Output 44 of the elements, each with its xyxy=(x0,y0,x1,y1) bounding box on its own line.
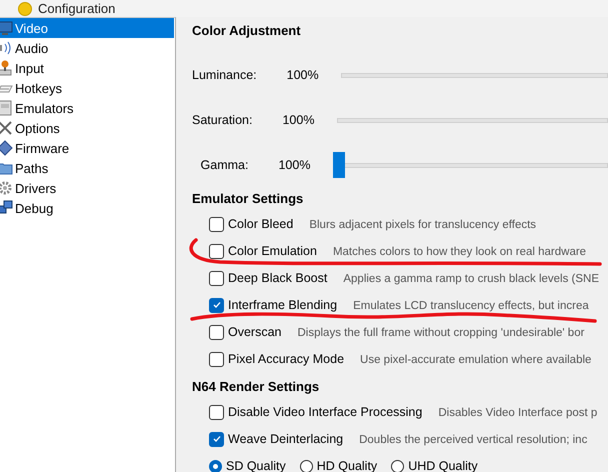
sidebar-item[interactable]: Firmware xyxy=(0,138,174,158)
checkbox[interactable]: Interframe Blending xyxy=(209,296,338,314)
chip-icon xyxy=(0,140,13,156)
slider-label: Luminance: xyxy=(192,68,257,82)
setting-description: Emulates LCD translucency effects, but increa xyxy=(353,300,589,312)
sidebar-item[interactable]: Hotkeys xyxy=(0,78,174,98)
setting-description: Matches colors to how they look on real hardware xyxy=(332,246,586,258)
slider-value: 100% xyxy=(286,68,319,82)
sidebar-item[interactable]: Video xyxy=(0,18,174,38)
checkbox[interactable]: Pixel Accuracy Mode xyxy=(209,350,344,368)
sidebar-item[interactable]: Paths xyxy=(0,158,174,178)
section-heading: N64 Render Settings xyxy=(192,379,320,395)
monitor-icon xyxy=(0,20,13,36)
computers-icon xyxy=(0,200,13,216)
sidebar-item[interactable]: Audio xyxy=(0,38,174,58)
setting-description: Blurs adjacent pixels for translucency effects xyxy=(309,219,536,231)
section-heading: Emulator Settings xyxy=(192,191,304,207)
setting-description: Displays the full frame without cropping 'undesirable' bor xyxy=(298,327,584,339)
app-icon xyxy=(18,2,32,16)
window-title: Configuration xyxy=(38,1,116,16)
checkbox[interactable]: Color Emulation xyxy=(209,242,317,260)
checkbox[interactable]: Deep Black Boost xyxy=(209,269,328,287)
setting-description: Doubles the perceived vertical resolution; inc xyxy=(359,434,588,446)
slider-value: 100% xyxy=(278,158,312,172)
sidebar-item[interactable]: Options xyxy=(0,118,174,138)
gear-icon xyxy=(0,180,13,196)
slider-value: 100% xyxy=(282,112,315,126)
sidebar-item[interactable]: Emulators xyxy=(0,98,174,118)
checkbox[interactable]: Color Bleed xyxy=(209,215,294,233)
setting-description: Disables Video Interface post p xyxy=(438,407,598,419)
checkbox[interactable]: Weave Deinterlacing xyxy=(209,430,344,448)
sidebar-item[interactable]: Debug xyxy=(0,198,174,218)
slider-track[interactable] xyxy=(333,152,608,178)
checkbox[interactable]: Overscan xyxy=(209,323,282,341)
slider-label: Saturation: xyxy=(192,112,252,126)
checkbox[interactable]: Disable Video Interface Processing xyxy=(209,403,422,421)
speaker-icon xyxy=(0,40,13,56)
sidebar-item[interactable]: Drivers xyxy=(0,178,174,198)
slider-thumb[interactable] xyxy=(333,152,346,178)
setting-description: Applies a gamma ramp to crush black levels (SNE xyxy=(343,273,600,285)
section-heading: Color Adjustment xyxy=(192,23,302,39)
setting-description: Use pixel-accurate emulation where available xyxy=(360,354,592,366)
sidebar-item[interactable]: Input xyxy=(0,58,174,78)
slider-label: Gamma: xyxy=(200,158,248,172)
